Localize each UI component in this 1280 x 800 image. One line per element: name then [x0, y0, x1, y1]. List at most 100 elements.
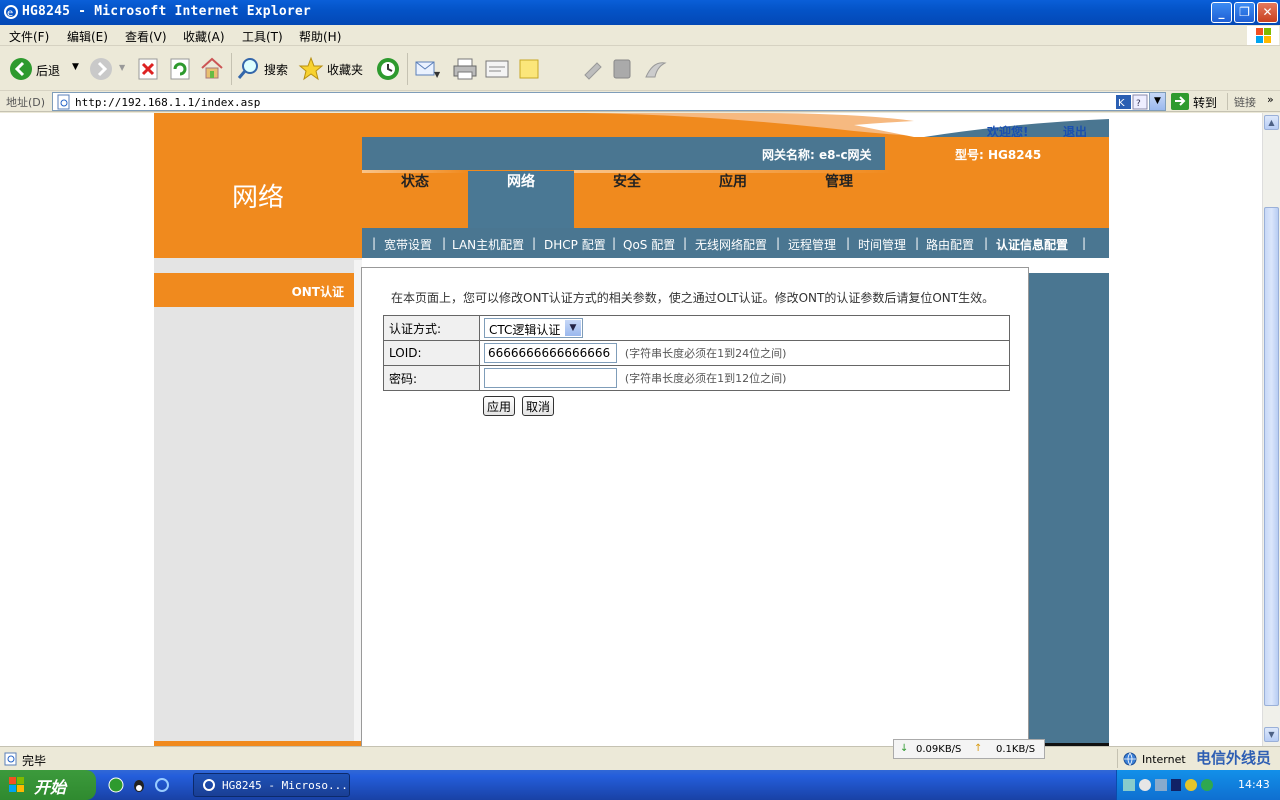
- menu-view[interactable]: 查看(V): [125, 28, 167, 45]
- tab-status[interactable]: 状态: [362, 171, 468, 228]
- auth-method-select[interactable]: CTC逻辑认证 ▼: [484, 318, 583, 338]
- back-label: 后退: [36, 64, 61, 78]
- apply-button[interactable]: 应用: [483, 396, 516, 416]
- zone-label: Internet: [1142, 753, 1186, 766]
- subnav-broadband[interactable]: 宽带设置: [384, 236, 432, 253]
- refresh-icon[interactable]: [169, 57, 191, 81]
- close-button[interactable]: ✕: [1257, 2, 1278, 23]
- ie-icon: [203, 779, 215, 791]
- go-button[interactable]: 转到: [1171, 92, 1227, 111]
- subnav-qos[interactable]: QoS 配置: [623, 236, 675, 253]
- quicklaunch-browser-icon[interactable]: [108, 777, 124, 793]
- note-icon[interactable]: [517, 57, 541, 81]
- address-input[interactable]: http://192.168.1.1/index.asp K ? ▼: [52, 92, 1166, 111]
- clock: 14:43: [1238, 778, 1270, 791]
- svg-text:K: K: [1118, 98, 1125, 109]
- loid-input[interactable]: [484, 343, 617, 363]
- taskbar-task-ie[interactable]: HG8245 - Microso...: [193, 773, 350, 797]
- status-bar: 完毕 ↓ 0.09KB/S ↑ 0.1KB/S Internet: [0, 739, 1280, 770]
- subnav-remote[interactable]: 远程管理: [788, 236, 836, 253]
- chevron-down-icon[interactable]: ▼: [565, 320, 581, 336]
- loid-hint: (字符串长度必须在1到24位之间): [624, 347, 787, 360]
- page-viewport: 欢迎您! 退出 网络 网关名称: e8-c网关 型号: HG8245 状态 网络…: [0, 113, 1262, 746]
- scroll-up-icon[interactable]: ▲: [1264, 115, 1279, 130]
- forward-arrow-icon[interactable]: [89, 57, 113, 81]
- password-input[interactable]: [484, 368, 617, 388]
- forward-dropdown-icon[interactable]: ▼: [119, 63, 125, 72]
- page-status-icon: [4, 752, 17, 766]
- menu-tools[interactable]: 工具(T): [242, 28, 283, 45]
- model-block: 型号: HG8245: [885, 137, 1109, 228]
- sidebar-item-label: ONT认证: [291, 285, 344, 299]
- tab-security[interactable]: 安全: [574, 171, 680, 228]
- subnav-auth-info[interactable]: 认证信息配置: [996, 236, 1068, 253]
- vertical-scrollbar[interactable]: ▲ ▼: [1262, 113, 1280, 746]
- mail-icon[interactable]: ▼: [414, 58, 440, 80]
- start-label: 开始: [34, 778, 67, 797]
- messenger-icon[interactable]: [581, 57, 605, 81]
- start-button[interactable]: 开始: [0, 770, 96, 800]
- links-chevron-icon[interactable]: »: [1267, 93, 1274, 106]
- scroll-thumb[interactable]: [1264, 207, 1279, 706]
- system-tray: 14:43: [1116, 770, 1280, 800]
- right-panel: [1029, 273, 1109, 746]
- research-icon[interactable]: [611, 57, 635, 81]
- tools-icon[interactable]: [643, 57, 669, 81]
- cancel-button[interactable]: 取消: [522, 396, 555, 416]
- subnav-separator: |: [776, 236, 781, 250]
- quicklaunch-qq-icon[interactable]: [131, 777, 147, 793]
- tab-management[interactable]: 管理: [786, 171, 892, 228]
- scroll-down-icon[interactable]: ▼: [1264, 727, 1279, 742]
- menu-edit[interactable]: 编辑(E): [67, 28, 108, 45]
- form-row-password: 密码: (字符串长度必须在1到12位之间): [383, 365, 1010, 391]
- edit-icon[interactable]: [484, 57, 510, 81]
- quicklaunch-ie-icon[interactable]: [154, 777, 170, 793]
- subnav-time[interactable]: 时间管理: [858, 236, 906, 253]
- toolbar-plugin-icon[interactable]: K ?: [1115, 94, 1149, 110]
- home-icon[interactable]: [199, 55, 225, 81]
- globe-icon: [1123, 752, 1137, 766]
- subnav-wireless[interactable]: 无线网络配置: [695, 236, 767, 253]
- sidebar-item-ont-auth[interactable]: ONT认证: [154, 273, 354, 307]
- subnav-separator: |: [1082, 236, 1087, 250]
- subnav-separator: |: [372, 236, 377, 250]
- tab-application[interactable]: 应用: [680, 171, 786, 228]
- subnav-routing[interactable]: 路由配置: [926, 236, 974, 253]
- model-label: 型号: HG8245: [955, 148, 1042, 162]
- subnav-lan-host[interactable]: LAN主机配置: [452, 236, 524, 253]
- upload-speed: 0.1KB/S: [996, 744, 1036, 755]
- page-description: 在本页面上，您可以修改ONT认证方式的相关参数，使之通过OLT认证。修改ONT的…: [391, 291, 995, 305]
- subnav-dhcp[interactable]: DHCP 配置: [544, 236, 606, 253]
- loid-label: LOID:: [383, 340, 480, 366]
- tray-icons[interactable]: [1123, 777, 1223, 793]
- router-page: 欢迎您! 退出 网络 网关名称: e8-c网关 型号: HG8245 状态 网络…: [154, 113, 1109, 746]
- tab-network[interactable]: 网络: [468, 171, 574, 228]
- password-hint: (字符串长度必须在1到12位之间): [624, 372, 787, 385]
- subnav-separator: |: [612, 236, 617, 250]
- menu-bar: 文件(F) 编辑(E) 查看(V) 收藏(A) 工具(T) 帮助(H): [0, 25, 1280, 46]
- print-icon[interactable]: [452, 57, 478, 81]
- download-arrow-icon: ↓: [900, 743, 909, 754]
- network-speed-meter: ↓ 0.09KB/S ↑ 0.1KB/S: [893, 739, 1045, 759]
- stop-icon[interactable]: [137, 57, 159, 81]
- left-sidebar: [154, 258, 362, 746]
- window-title-bar[interactable]: e HG8245 - Microsoft Internet Explorer _…: [0, 0, 1280, 25]
- maximize-button[interactable]: ❐: [1234, 2, 1255, 23]
- menu-favorites[interactable]: 收藏(A): [183, 28, 225, 45]
- address-url: http://192.168.1.1/index.asp: [75, 96, 261, 109]
- history-icon[interactable]: [375, 56, 401, 82]
- back-button[interactable]: 后退 ▼: [6, 55, 86, 83]
- menu-file[interactable]: 文件(F): [9, 28, 49, 45]
- address-dropdown-icon[interactable]: ▼: [1149, 93, 1165, 110]
- favorites-button[interactable]: 收藏夹: [298, 56, 368, 82]
- taskbar: 开始 HG8245 - Microso... 14:43 电信外线员: [0, 749, 1280, 800]
- section-header-block: 网络: [154, 137, 362, 258]
- search-button[interactable]: 搜索: [236, 56, 292, 82]
- links-label[interactable]: 链接: [1234, 94, 1256, 110]
- back-dropdown-icon[interactable]: ▼: [72, 62, 79, 72]
- toolbar: 后退 ▼ ▼ 搜索 收藏夹 ▼: [0, 47, 1280, 91]
- menu-help[interactable]: 帮助(H): [299, 28, 341, 45]
- minimize-button[interactable]: _: [1211, 2, 1232, 23]
- auth-method-value: CTC逻辑认证: [489, 323, 561, 337]
- svg-text:▼: ▼: [434, 70, 440, 79]
